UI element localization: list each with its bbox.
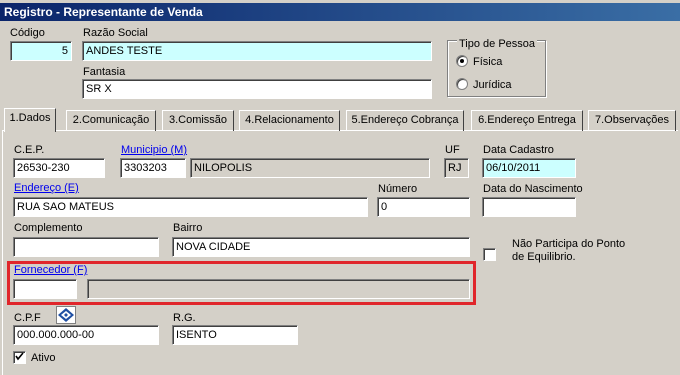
- endereco-field[interactable]: RUA SAO MATEUS: [13, 197, 368, 217]
- endereco-link[interactable]: Endereço (E): [14, 182, 79, 194]
- codigo-field[interactable]: 5: [10, 41, 72, 61]
- tab-comunicacao[interactable]: 2.Comunicação: [66, 110, 156, 131]
- razao-social-label: Razão Social: [83, 27, 148, 39]
- razao-social-field[interactable]: ANDES TESTE: [82, 41, 432, 61]
- cpf-label: C.P.F: [14, 312, 41, 324]
- uf-field: RJ: [444, 158, 469, 178]
- data-cadastro-field[interactable]: 06/10/2011: [482, 158, 576, 178]
- fantasia-field[interactable]: SR X: [82, 79, 432, 99]
- rg-label: R.G.: [173, 312, 196, 324]
- cep-label: C.E.P.: [14, 144, 45, 156]
- uf-label: UF: [445, 144, 460, 156]
- tab-endereco-entrega[interactable]: 6.Endereço Entrega: [471, 110, 583, 131]
- tab-strip: 1.Dados 2.Comunicação 3.Comissão 4.Relac…: [2, 108, 678, 132]
- data-cadastro-label: Data Cadastro: [483, 144, 554, 156]
- numero-label: Número: [378, 183, 418, 195]
- fornecedor-code-field[interactable]: [13, 279, 77, 299]
- bairro-field[interactable]: NOVA CIDADE: [172, 237, 470, 257]
- fisica-radio[interactable]: [456, 55, 468, 67]
- ponto-equilibrio-label-1: Não Participa do Ponto: [512, 238, 626, 250]
- complemento-field[interactable]: [13, 237, 159, 257]
- cpf-field[interactable]: 000.000.000-00: [13, 325, 159, 345]
- municipio-link[interactable]: Municipio (M): [121, 144, 187, 156]
- codigo-label: Código: [10, 27, 45, 39]
- ativo-checkbox[interactable]: [13, 351, 26, 364]
- window: Registro - Representante de Venda Código…: [0, 0, 680, 375]
- receita-lookup-button[interactable]: [56, 306, 76, 324]
- cep-field[interactable]: 26530-230: [13, 158, 105, 178]
- check-icon: [15, 352, 24, 361]
- complemento-label: Complemento: [14, 222, 83, 234]
- tab-endereco-cobranca[interactable]: 5.Endereço Cobrança: [346, 110, 464, 131]
- window-title: Registro - Representante de Venda: [0, 3, 680, 21]
- juridica-radio[interactable]: [456, 78, 468, 90]
- tab-relacionamento[interactable]: 4.Relacionamento: [239, 110, 340, 131]
- tab-observacoes[interactable]: 7.Observações: [588, 110, 676, 131]
- receita-icon: [58, 308, 74, 322]
- fisica-label: Física: [473, 56, 503, 68]
- data-nascimento-label: Data do Nascimento: [483, 183, 583, 195]
- data-nascimento-field[interactable]: [482, 197, 576, 217]
- ativo-label: Ativo: [31, 352, 56, 364]
- juridica-label: Jurídica: [473, 79, 512, 91]
- bairro-label: Bairro: [173, 222, 203, 234]
- numero-field[interactable]: 0: [377, 197, 470, 217]
- ponto-equilibrio-label-2: de Equilibrio.: [512, 251, 576, 263]
- fantasia-label: Fantasia: [83, 66, 126, 78]
- municipio-name-field: NILOPOLIS: [190, 158, 430, 178]
- fornecedor-link[interactable]: Fornecedor (F): [14, 264, 87, 276]
- municipio-code-field[interactable]: 3303203: [120, 158, 186, 178]
- tipo-pessoa-title: Tipo de Pessoa: [457, 38, 538, 50]
- tab-dados[interactable]: 1.Dados: [4, 108, 56, 132]
- ponto-equilibrio-checkbox[interactable]: [483, 248, 496, 261]
- rg-field[interactable]: ISENTO: [172, 325, 298, 345]
- fornecedor-name-field: [87, 279, 470, 299]
- tab-comissao[interactable]: 3.Comissão: [162, 110, 234, 131]
